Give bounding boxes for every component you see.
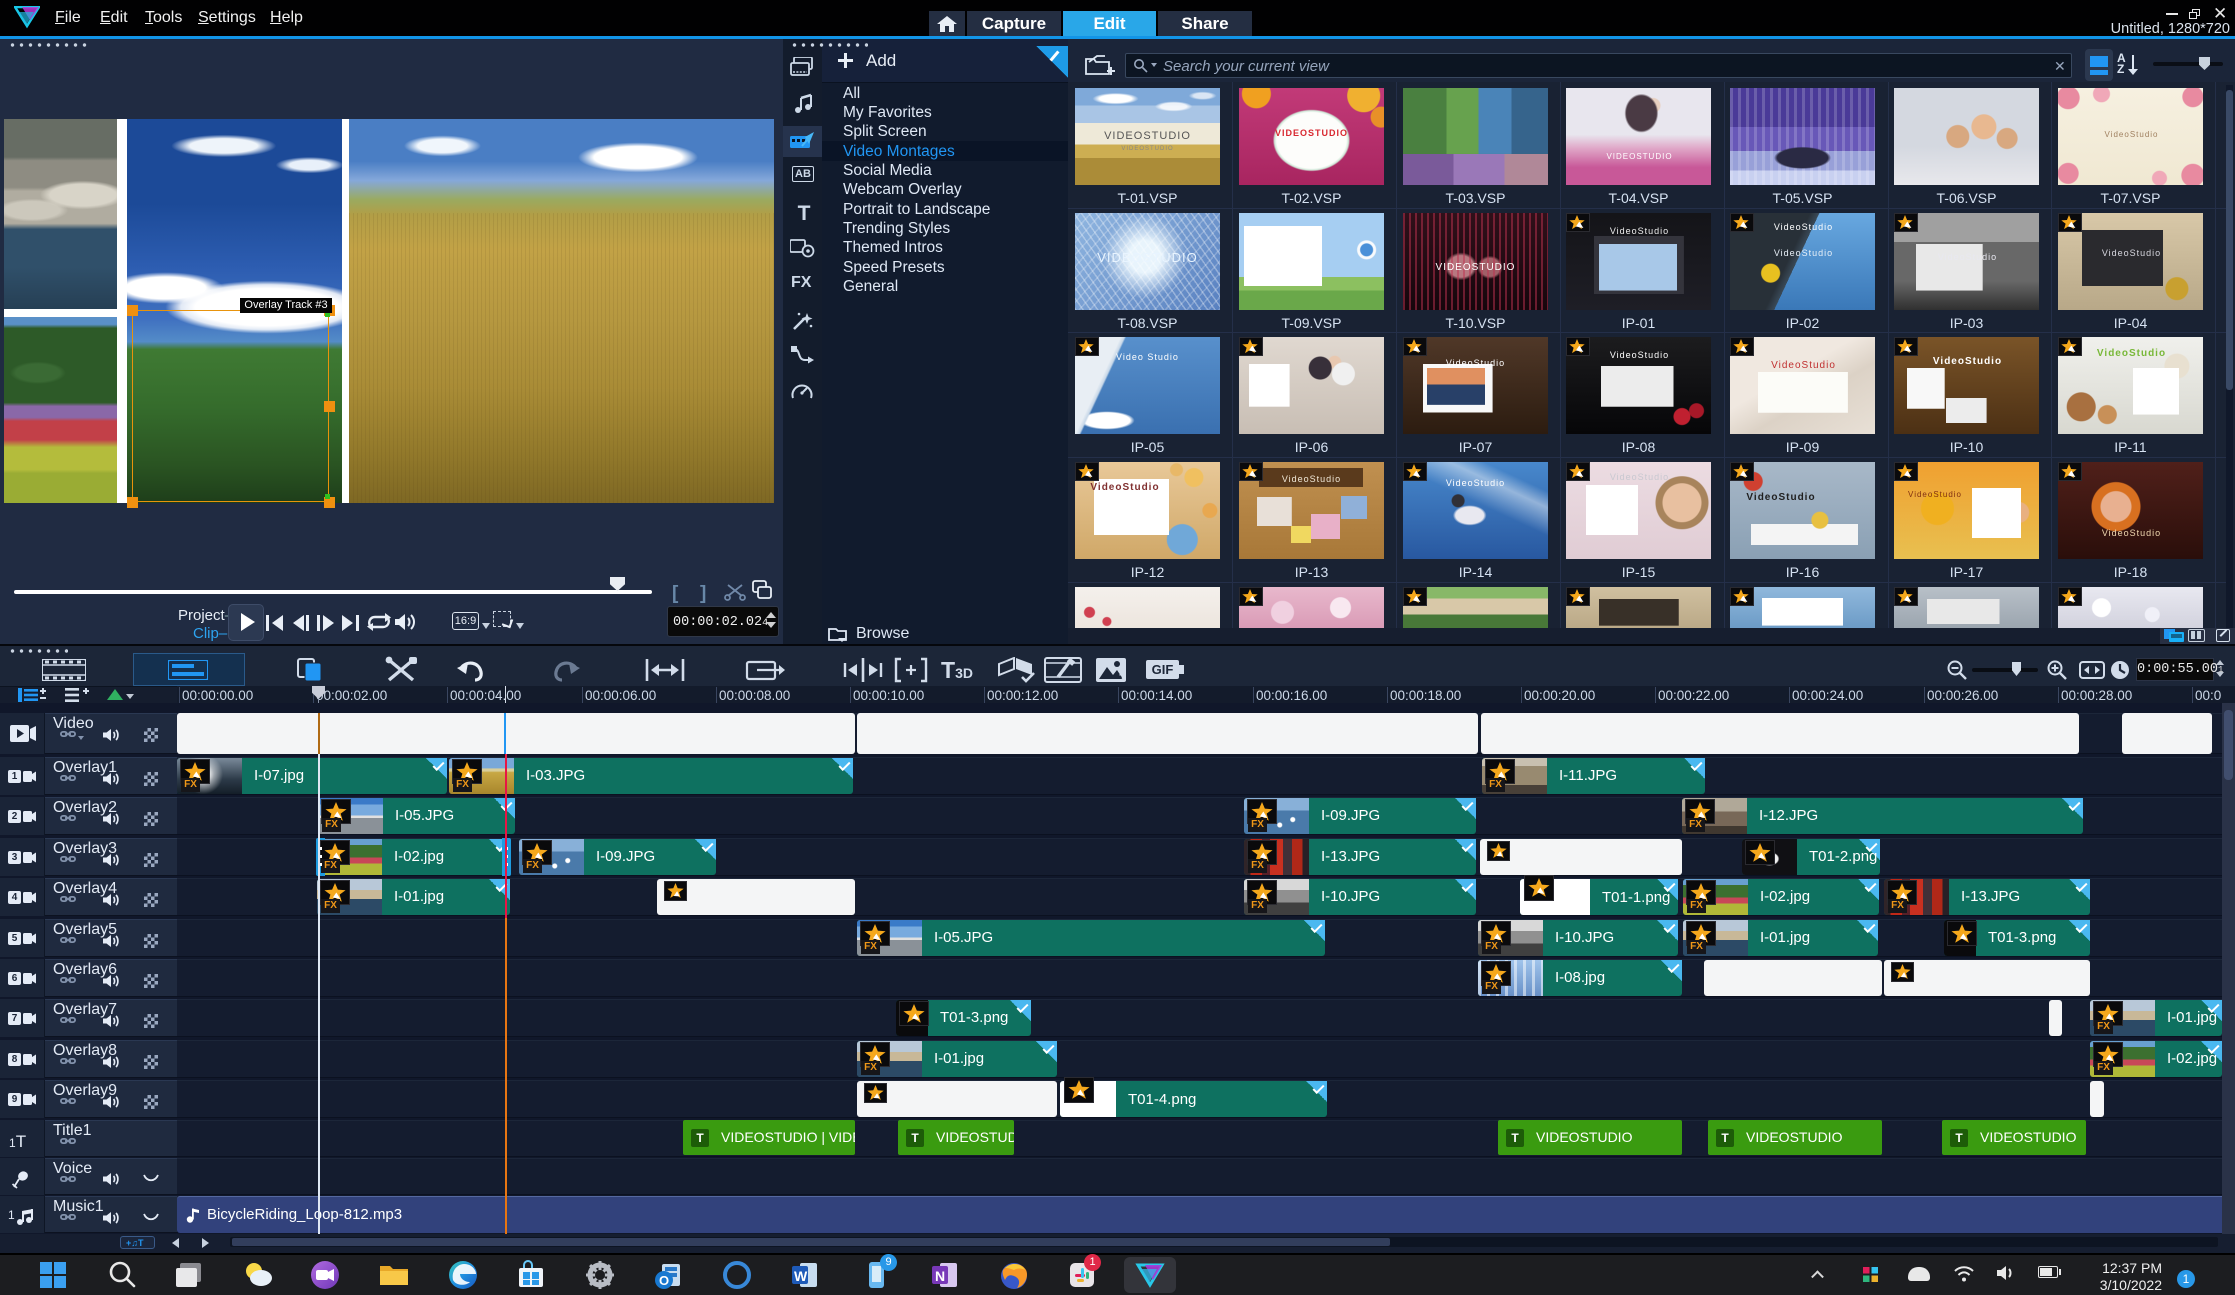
- svg-text:T: T: [1119, 673, 1126, 683]
- svg-text:W: W: [794, 1268, 808, 1284]
- svg-text:N: N: [935, 1268, 945, 1284]
- svg-text:O: O: [659, 1273, 669, 1288]
